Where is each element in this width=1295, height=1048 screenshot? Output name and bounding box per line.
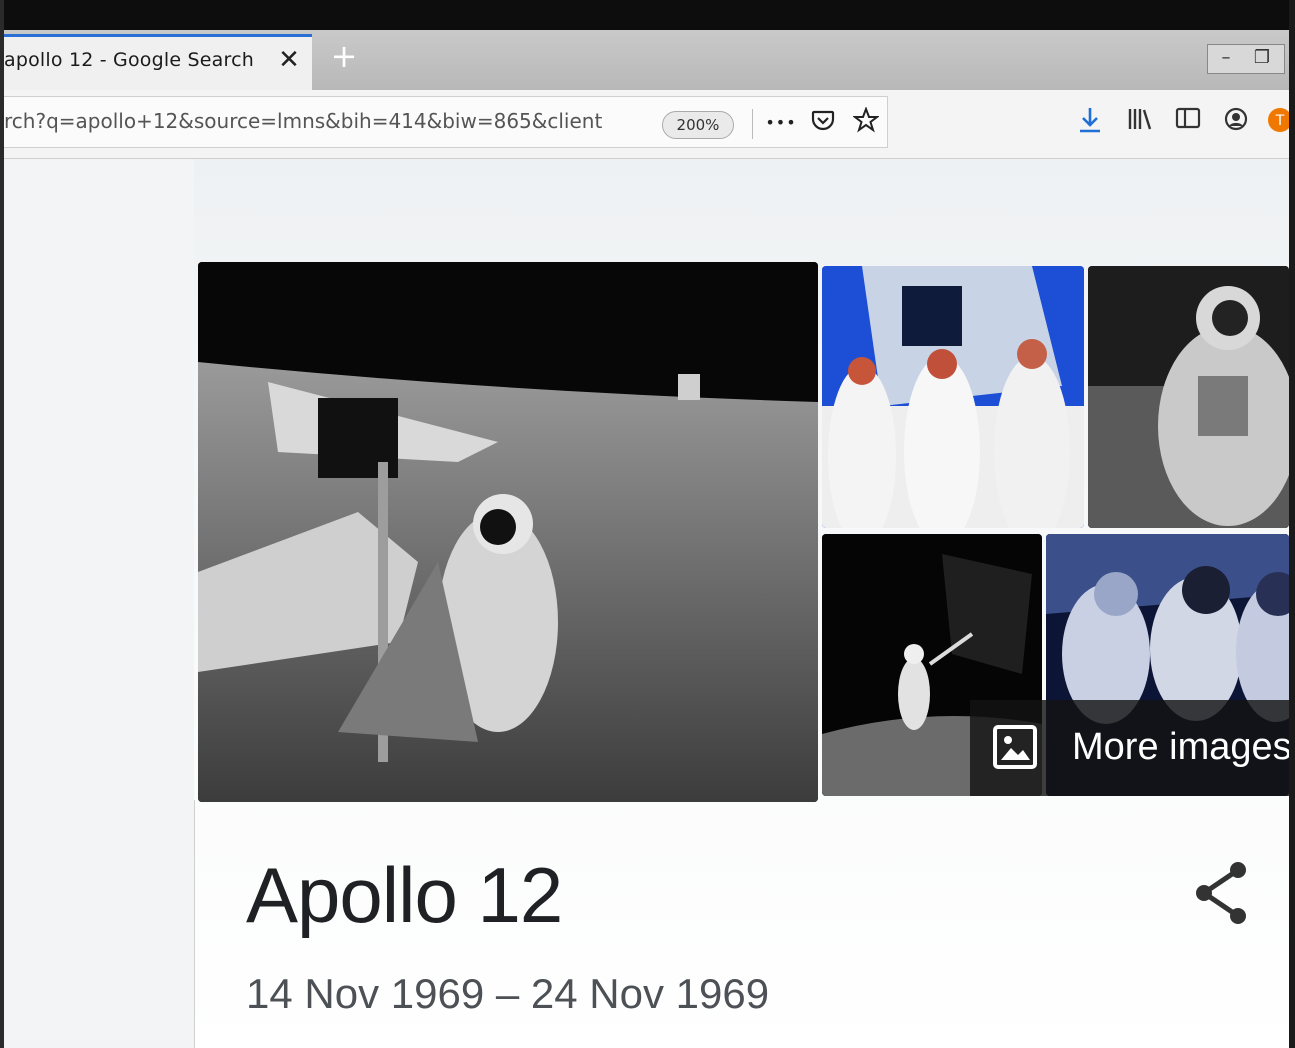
page-actions-button[interactable]: ••• <box>764 107 798 139</box>
image-moon-landing[interactable] <box>198 262 818 802</box>
zoom-level-badge[interactable]: 200% <box>662 111 734 139</box>
image-icon <box>992 724 1038 770</box>
urlbar-separator <box>752 109 753 139</box>
download-icon[interactable] <box>1072 106 1108 142</box>
monitor-bezel <box>0 0 1295 34</box>
svg-text:T: T <box>1275 113 1285 129</box>
new-tab-button[interactable]: + <box>322 36 366 76</box>
url-text[interactable]: rch?q=apollo+12&source=lmns&bih=414&biw=… <box>4 109 602 133</box>
image-astronaut-closeup[interactable] <box>1088 266 1289 528</box>
window-controls: – ❐ <box>1207 44 1285 74</box>
pocket-icon[interactable] <box>806 107 840 139</box>
share-icon[interactable] <box>1190 858 1254 928</box>
mission-dates: 14 Nov 1969 – 24 Nov 1969 <box>246 970 770 1017</box>
tab-title: apollo 12 - Google Search <box>4 49 254 71</box>
address-bar[interactable]: rch?q=apollo+12&source=lmns&bih=414&biw=… <box>4 96 888 148</box>
restore-icon[interactable]: ❐ <box>1244 45 1280 71</box>
tab-strip: apollo 12 - Google Search ✕ + – ❐ <box>4 30 1289 90</box>
more-images-label[interactable]: More images <box>1072 726 1292 769</box>
tab-apollo-search[interactable]: apollo 12 - Google Search ✕ <box>4 34 312 90</box>
monitor-bezel-left <box>0 0 4 1048</box>
left-column <box>4 159 194 1048</box>
image-crew-portrait[interactable] <box>822 266 1084 528</box>
minimize-icon[interactable]: – <box>1208 45 1244 71</box>
panel-border <box>194 800 195 1048</box>
library-icon[interactable] <box>1122 106 1158 142</box>
sidebar-icon[interactable] <box>1170 106 1206 142</box>
navigation-toolbar: rch?q=apollo+12&source=lmns&bih=414&biw=… <box>4 90 1292 159</box>
bookmark-star-icon[interactable] <box>849 106 883 139</box>
monitor-bezel-right <box>1289 0 1295 1048</box>
account-icon[interactable] <box>1218 106 1254 142</box>
close-icon[interactable]: ✕ <box>274 45 304 75</box>
page-title: Apollo 12 <box>246 851 563 939</box>
